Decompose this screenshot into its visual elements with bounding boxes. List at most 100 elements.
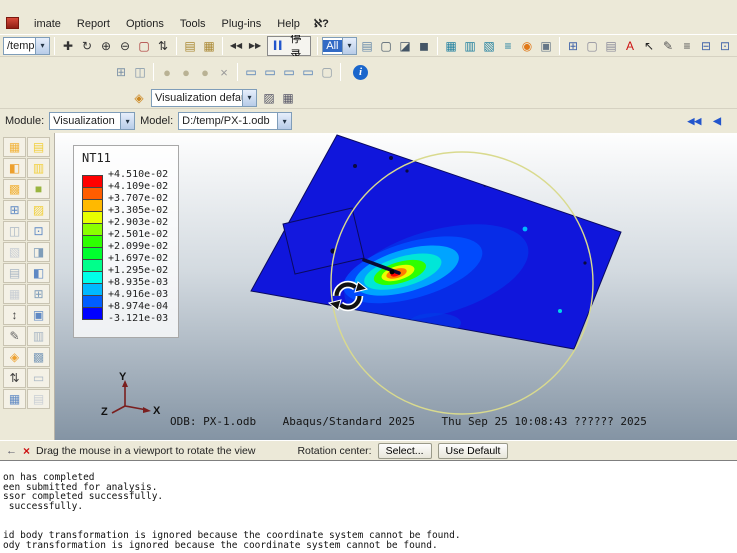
plot-deformed-icon[interactable]: ▭ bbox=[261, 63, 279, 81]
toolbox-icon[interactable]: ▤ bbox=[3, 263, 26, 283]
plot-symbols-icon[interactable]: ▭ bbox=[299, 63, 317, 81]
model-combo[interactable]: D:/temp/PX-1.odb ▾ bbox=[178, 112, 292, 130]
menu-tools[interactable]: Tools bbox=[172, 15, 214, 33]
sphere-icon[interactable]: ● bbox=[158, 63, 176, 81]
chevron-down-icon[interactable]: ▾ bbox=[342, 38, 356, 54]
menu-plugins[interactable]: Plug-ins bbox=[214, 15, 270, 33]
plot-undeformed-icon[interactable]: ▭ bbox=[242, 63, 260, 81]
toolbox-icon[interactable]: ⊡ bbox=[27, 221, 50, 241]
toolbox-icon[interactable]: ◈ bbox=[3, 347, 26, 367]
sphere-icon[interactable]: ● bbox=[177, 63, 195, 81]
separator bbox=[317, 37, 318, 55]
contour-options-icon[interactable]: ▨ bbox=[260, 89, 278, 107]
toolbox-icon[interactable]: ↕ bbox=[3, 305, 26, 325]
display-group-combo[interactable]: All ▾ bbox=[322, 37, 357, 55]
viewport-icon[interactable]: ⊡ bbox=[716, 37, 734, 55]
chevron-down-icon[interactable]: ▾ bbox=[277, 113, 291, 129]
result-list-icon[interactable]: ≡ bbox=[499, 37, 517, 55]
table-icon[interactable]: ▤ bbox=[181, 37, 199, 55]
next-image-icon[interactable]: ▶▶ bbox=[246, 37, 264, 55]
cursor-icon[interactable]: ↖ bbox=[640, 37, 658, 55]
list-options-icon[interactable]: ≡ bbox=[678, 37, 696, 55]
select-rotation-center-button[interactable]: Select... bbox=[378, 443, 432, 459]
hidden-line-render-icon[interactable]: ◪ bbox=[396, 37, 414, 55]
toolbox-icon[interactable]: ▥ bbox=[27, 158, 50, 178]
annotate-text-icon[interactable]: A bbox=[621, 37, 639, 55]
separator bbox=[237, 63, 238, 81]
menu-options[interactable]: Options bbox=[118, 15, 172, 33]
target-icon[interactable]: ◉ bbox=[518, 37, 536, 55]
viewport-canvas[interactable]: Y X Z NT11 +4.510e-02+4.109e-02+3.707e-0… bbox=[55, 133, 737, 440]
toolbox-icon[interactable]: ✎ bbox=[3, 326, 26, 346]
toolbox-icon[interactable]: ◨ bbox=[27, 242, 50, 262]
edit-display-group-icon[interactable]: ◫ bbox=[131, 63, 149, 81]
rotate-view-icon[interactable]: ↻ bbox=[78, 37, 96, 55]
menu-help[interactable]: Help bbox=[269, 15, 308, 33]
pan-icon[interactable]: ✚ bbox=[59, 37, 77, 55]
separator bbox=[222, 37, 223, 55]
toolbox-icon[interactable]: ⇅ bbox=[3, 368, 26, 388]
toolbox-icon[interactable]: ▩ bbox=[27, 347, 50, 367]
wireframe-render-icon[interactable]: ▢ bbox=[377, 37, 395, 55]
shaded-render-icon[interactable]: ◼ bbox=[415, 37, 433, 55]
views-icon[interactable]: ▤ bbox=[358, 37, 376, 55]
pause-recording-button[interactable]: ▍▍ 暂停录制 bbox=[267, 36, 311, 56]
previous-frame-icon[interactable]: ◀ bbox=[710, 112, 724, 130]
toolbox-icon[interactable]: ▩ bbox=[3, 179, 26, 199]
edit-icon[interactable]: ✎ bbox=[659, 37, 677, 55]
sphere-icon[interactable]: ● bbox=[196, 63, 214, 81]
toolbox-icon[interactable]: ▥ bbox=[27, 326, 50, 346]
visualization-defaults-combo[interactable]: Visualization defaults ▾ bbox=[151, 89, 257, 107]
zoom-out-icon[interactable]: ⊖ bbox=[116, 37, 134, 55]
toolbox-icon[interactable]: ▤ bbox=[27, 137, 50, 157]
contour-plot-icon[interactable]: ▦ bbox=[442, 37, 460, 55]
previous-image-icon[interactable]: ◀◀ bbox=[227, 37, 245, 55]
path-combo[interactable]: /temp ▾ bbox=[3, 37, 50, 55]
app-icon[interactable] bbox=[6, 17, 19, 29]
message-area[interactable]: on has completedeen submitted for analys… bbox=[0, 460, 737, 553]
chevron-down-icon[interactable]: ▾ bbox=[242, 90, 256, 106]
chevron-down-icon[interactable]: ▾ bbox=[120, 113, 134, 129]
frame-icon[interactable]: ▣ bbox=[537, 37, 555, 55]
create-display-group-icon[interactable]: ⊞ bbox=[112, 63, 130, 81]
layers-icon[interactable]: ▤ bbox=[602, 37, 620, 55]
toolbox-icon[interactable]: ◧ bbox=[27, 263, 50, 283]
toolbox-icon[interactable]: ▦ bbox=[3, 137, 26, 157]
defaults-palette-icon[interactable]: ◈ bbox=[130, 89, 148, 107]
remove-icon[interactable]: × bbox=[215, 63, 233, 81]
toolbox-icon[interactable]: ▦ bbox=[3, 389, 26, 409]
section-view-icon[interactable]: ▥ bbox=[461, 37, 479, 55]
blank-icon[interactable]: ▢ bbox=[318, 63, 336, 81]
toolbox-icon[interactable]: ◫ bbox=[3, 221, 26, 241]
zoom-in-icon[interactable]: ⊕ bbox=[97, 37, 115, 55]
grid-icon[interactable]: ⊞ bbox=[564, 37, 582, 55]
info-icon[interactable]: i bbox=[353, 65, 368, 80]
pattern-plot-icon[interactable]: ▧ bbox=[480, 37, 498, 55]
toolbox-icon[interactable]: ◧ bbox=[3, 158, 26, 178]
toolbox-icon[interactable]: ▤ bbox=[27, 389, 50, 409]
chevron-down-icon[interactable]: ▾ bbox=[35, 38, 49, 54]
box-icon[interactable]: ▢ bbox=[583, 37, 601, 55]
menu-imate[interactable]: imate bbox=[26, 15, 69, 33]
toolbox-icon[interactable]: ▦ bbox=[3, 284, 26, 304]
plot-contours-icon[interactable]: ▭ bbox=[280, 63, 298, 81]
toolbox-icon[interactable]: ▭ bbox=[27, 368, 50, 388]
toolbox-icon[interactable]: ▧ bbox=[3, 242, 26, 262]
use-default-button[interactable]: Use Default bbox=[438, 443, 509, 459]
help-indicator[interactable]: ℵ? bbox=[308, 14, 335, 33]
menu-report[interactable]: Report bbox=[69, 15, 118, 33]
auto-fit-icon[interactable]: ⇅ bbox=[154, 37, 172, 55]
toolbox-icon[interactable]: ⊞ bbox=[3, 200, 26, 220]
module-combo[interactable]: Visualization ▾ bbox=[49, 112, 135, 130]
common-options-icon[interactable]: ▦ bbox=[279, 89, 297, 107]
cancel-icon[interactable]: × bbox=[23, 444, 30, 458]
toolbox-icon[interactable]: ▣ bbox=[27, 305, 50, 325]
box-zoom-icon[interactable]: ▢ bbox=[135, 37, 153, 55]
matrix-icon[interactable]: ▦ bbox=[200, 37, 218, 55]
first-frame-icon[interactable]: ◀◀ bbox=[684, 112, 704, 130]
previous-prompt-icon[interactable]: ← bbox=[6, 445, 17, 457]
toolbox-icon[interactable]: ⊞ bbox=[27, 284, 50, 304]
toolbox-icon[interactable]: ■ bbox=[27, 179, 50, 199]
toolbox-icon[interactable]: ▨ bbox=[27, 200, 50, 220]
split-viewport-icon[interactable]: ⊟ bbox=[697, 37, 715, 55]
